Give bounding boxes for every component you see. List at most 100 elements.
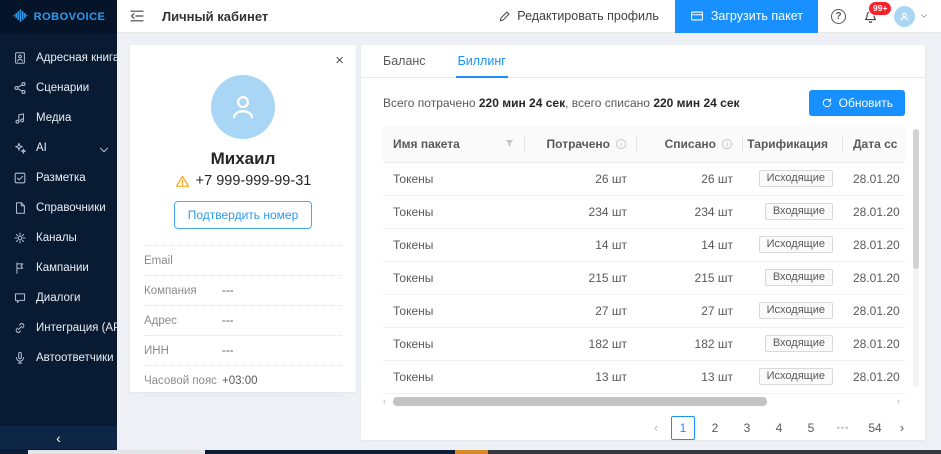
- table-header-row: Имя пакета Потрачено Списано Тарификация Дат…: [383, 126, 905, 163]
- upload-package-button[interactable]: Загрузить пакет: [674, 0, 818, 33]
- cell-date: 28.01.20: [843, 261, 905, 295]
- pagination-ellipsis[interactable]: •••: [831, 416, 855, 440]
- column-header-4[interactable]: Дата сс: [843, 126, 905, 163]
- tariff-badge: Входящие: [764, 269, 833, 286]
- column-label: Дата сс: [853, 136, 898, 151]
- horizontal-scrollbar[interactable]: ‹ ›: [383, 395, 905, 406]
- pagination-page-3[interactable]: 3: [735, 416, 759, 440]
- cell-spent: 215 шт: [525, 261, 637, 295]
- pagination-page-54[interactable]: 54: [863, 416, 887, 440]
- sidebar-item-label: Каналы: [36, 232, 77, 244]
- table-row: Токены 14 шт 14 шт Исходящие 28.01.20: [383, 228, 905, 262]
- sidebar-item-directories[interactable]: Справочники: [0, 193, 117, 223]
- strip-segment: [205, 450, 455, 454]
- scrollbar-thumb[interactable]: [913, 129, 919, 269]
- cell-date: 28.01.20: [843, 195, 905, 229]
- refresh-button[interactable]: Обновить: [808, 89, 905, 116]
- confirm-number-button[interactable]: Подтвердить номер: [173, 201, 313, 229]
- sidebar-collapse-button[interactable]: ‹: [0, 426, 117, 449]
- close-button[interactable]: ×: [335, 53, 344, 68]
- help-button[interactable]: ?: [831, 8, 846, 24]
- info-icon: [721, 138, 733, 149]
- sidebar-item-markup[interactable]: Разметка: [0, 163, 117, 193]
- column-header-2[interactable]: Списано: [637, 126, 743, 163]
- sidebar-item-dialogs[interactable]: Диалоги: [0, 283, 117, 313]
- tariff-badge: Входящие: [764, 203, 833, 220]
- cell-spent: 14 шт: [525, 228, 637, 262]
- brand-logo[interactable]: ROBOVOICE: [0, 0, 117, 33]
- sidebar-item-ai[interactable]: AI: [0, 133, 117, 163]
- cell-written-off: 182 шт: [637, 327, 743, 361]
- cell-tariff: Исходящие: [743, 294, 843, 328]
- refresh-icon: [822, 97, 831, 107]
- field-value: ---: [222, 285, 234, 297]
- address-book-icon: [15, 52, 25, 64]
- cell-date: 28.01.20: [843, 360, 905, 394]
- cell-written-off: 27 шт: [637, 294, 743, 328]
- pagination-page-4[interactable]: 4: [767, 416, 791, 440]
- column-header-1[interactable]: Потрачено: [525, 126, 637, 163]
- notifications-button[interactable]: 99+: [863, 1, 893, 25]
- campaigns-icon: [16, 262, 24, 274]
- waveform-icon: [12, 9, 28, 22]
- sidebar-item-label: Автоответчики: [36, 352, 114, 364]
- pagination-page-1[interactable]: 1: [671, 415, 695, 440]
- profile-field-row: Часовой пояс +03:00: [144, 365, 342, 396]
- close-icon: ×: [335, 52, 344, 69]
- tariff-badge: Исходящие: [758, 170, 833, 187]
- pagination-prev-button[interactable]: ‹: [649, 420, 663, 435]
- cell-package-name: Токены: [383, 195, 525, 229]
- profile-name: Михаил: [210, 149, 276, 168]
- integration-icon: [15, 323, 25, 333]
- cell-spent: 182 шт: [525, 327, 637, 361]
- profile-phone-row: +7 999-999-99-31: [130, 173, 356, 189]
- table-row: Токены 26 шт 26 шт Исходящие 28.01.20: [383, 162, 905, 196]
- cell-spent: 234 шт: [525, 195, 637, 229]
- sidebar-item-channels[interactable]: Каналы: [0, 223, 117, 253]
- cell-package-name: Токены: [383, 228, 525, 262]
- sidebar-item-autoresponders[interactable]: Автоответчики: [0, 343, 117, 373]
- profile-card: × Михаил +7 999-999-99-31 Подтвердить но…: [130, 45, 356, 396]
- cell-package-name: Токены: [383, 294, 525, 328]
- sidebar-item-campaigns[interactable]: Кампании: [0, 253, 117, 283]
- pagination-page-2[interactable]: 2: [703, 416, 727, 440]
- field-label: ИНН: [144, 345, 169, 357]
- tariff-badge: Входящие: [764, 335, 833, 352]
- cell-tariff: Исходящие: [743, 228, 843, 262]
- card-icon: [690, 11, 703, 21]
- sidebar-item-address-book[interactable]: Адресная книга: [0, 43, 119, 73]
- field-label: Адрес: [144, 315, 177, 327]
- avatar: [894, 5, 915, 27]
- cell-written-off: 14 шт: [637, 228, 743, 262]
- pagination-next-button[interactable]: ›: [895, 420, 909, 435]
- summary-prefix: Всего потрачено: [383, 95, 479, 110]
- scroll-left-icon: ‹: [383, 395, 386, 406]
- profile-fields: Email Компания --- Адрес --- ИНН --- Часовой по…: [144, 245, 342, 396]
- sidebar-item-media[interactable]: Медиа: [0, 103, 117, 133]
- tab-billing[interactable]: Биллинг: [455, 45, 508, 78]
- cell-tariff: Входящие: [743, 327, 843, 361]
- sidebar-item-label: Медиа: [36, 112, 72, 124]
- field-label: Часовой пояс: [144, 375, 217, 387]
- table-row: Токены 215 шт 215 шт Входящие 28.01.20: [383, 261, 905, 295]
- user-menu[interactable]: [894, 5, 929, 27]
- strip-segment: [488, 450, 941, 454]
- column-label: Тарификация: [747, 136, 828, 151]
- pagination-pages: 1 2 3 4 5 ••• 54: [671, 415, 887, 440]
- table-body: Токены 26 шт 26 шт Исходящие 28.01.20 Токены 2…: [383, 162, 905, 394]
- sidebar-item-integration[interactable]: Интеграция (API): [0, 313, 128, 343]
- cell-written-off: 234 шт: [637, 195, 743, 229]
- info-icon: [615, 138, 627, 149]
- tab-balance[interactable]: Баланс: [381, 45, 428, 78]
- column-header-0[interactable]: Имя пакета: [383, 126, 525, 163]
- sidebar-item-scenarios[interactable]: Сценарии: [0, 73, 117, 103]
- person-icon: [232, 96, 254, 119]
- edit-profile-button[interactable]: Редактировать профиль: [498, 9, 659, 23]
- scrollbar-thumb[interactable]: [393, 396, 768, 406]
- menu-fold-button[interactable]: [129, 8, 145, 24]
- column-header-3[interactable]: Тарификация: [743, 126, 843, 163]
- brand-name: ROBOVOICE: [33, 10, 106, 23]
- pagination-page-5[interactable]: 5: [799, 416, 823, 440]
- cell-written-off: 26 шт: [637, 162, 743, 196]
- vertical-scrollbar[interactable]: [913, 129, 919, 387]
